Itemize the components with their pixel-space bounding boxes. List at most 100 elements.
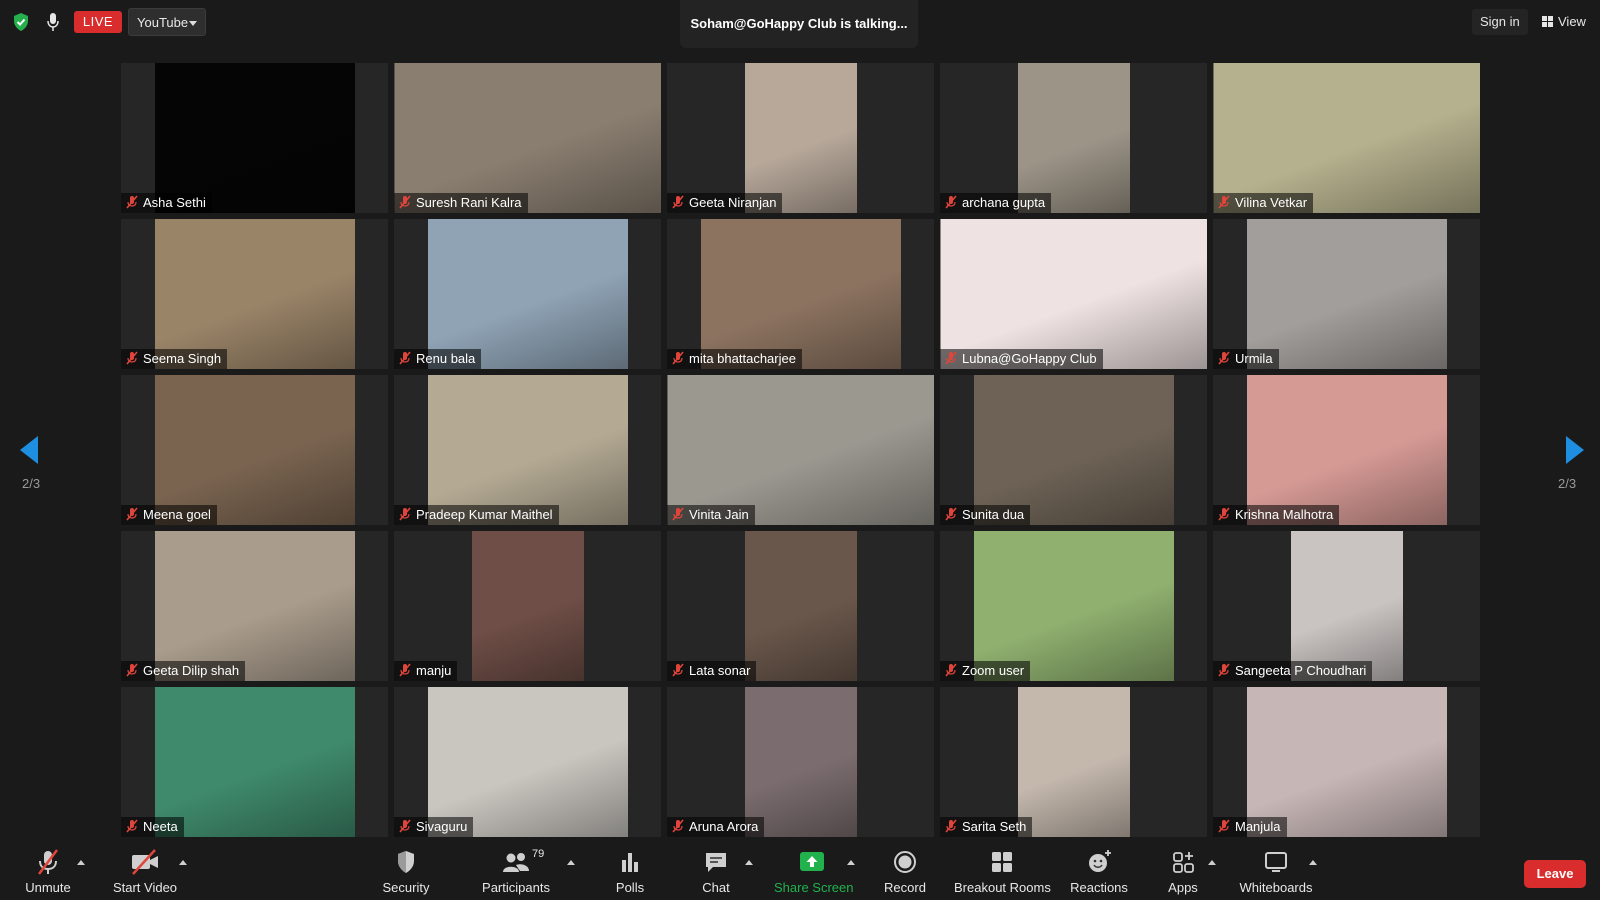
apps-icon — [1173, 852, 1194, 873]
muted-microphone-icon — [125, 507, 143, 522]
participant-name: Krishna Malhotra — [1235, 507, 1334, 522]
muted-microphone-icon — [398, 819, 416, 834]
muted-microphone-icon — [398, 507, 416, 522]
chat-bubble-icon — [706, 853, 726, 872]
participant-tile[interactable]: Seema Singh — [121, 219, 388, 369]
live-badge[interactable]: LIVE — [74, 11, 122, 33]
participant-tile[interactable]: Lata sonar — [667, 531, 934, 681]
next-page-arrow-icon[interactable] — [1566, 436, 1584, 464]
participant-name-bar: Pradeep Kumar Maithel — [394, 505, 559, 525]
participants-label: Participants — [482, 880, 550, 895]
participant-video — [1213, 63, 1480, 213]
muted-microphone-icon — [671, 819, 689, 834]
whiteboards-label: Whiteboards — [1239, 880, 1313, 895]
chat-options-chevron-icon[interactable] — [745, 860, 753, 865]
chat-button[interactable]: Chat — [696, 846, 736, 900]
participant-tile[interactable]: Aruna Arora — [667, 687, 934, 837]
participants-button[interactable]: 79 Participants — [480, 846, 552, 900]
apps-label: Apps — [1168, 880, 1198, 895]
stream-target-dropdown[interactable]: YouTube — [128, 8, 206, 36]
participant-tile[interactable]: mita bhattacharjee — [667, 219, 934, 369]
participant-tile[interactable]: Zoom user — [940, 531, 1207, 681]
participant-name-bar: Geeta Niranjan — [667, 193, 783, 213]
participant-tile[interactable]: Meena goel — [121, 375, 388, 525]
participant-video — [973, 531, 1174, 681]
participant-name: Asha Sethi — [143, 195, 206, 210]
view-label: View — [1558, 14, 1586, 29]
whiteboards-button[interactable]: Whiteboards — [1238, 846, 1314, 900]
participant-name: mita bhattacharjee — [689, 351, 796, 366]
participant-tile[interactable]: Urmila — [1213, 219, 1480, 369]
participant-name-bar: Meena goel — [121, 505, 217, 525]
participant-tile[interactable]: Sarita Seth — [940, 687, 1207, 837]
polls-label: Polls — [615, 880, 645, 895]
audio-options-chevron-icon[interactable] — [77, 860, 85, 865]
share-screen-button[interactable]: Share Screen — [774, 846, 854, 900]
participant-name-bar: Seema Singh — [121, 349, 228, 369]
participant-tile[interactable]: Sivaguru — [394, 687, 661, 837]
participant-tile[interactable]: Pradeep Kumar Maithel — [394, 375, 661, 525]
reactions-smiley-icon — [1089, 850, 1111, 872]
whiteboards-options-chevron-icon[interactable] — [1309, 860, 1317, 865]
participant-tile[interactable]: Geeta Dilip shah — [121, 531, 388, 681]
muted-microphone-icon — [1217, 351, 1235, 366]
record-button[interactable]: Record — [882, 846, 928, 900]
share-screen-label: Share Screen — [774, 880, 854, 895]
video-options-chevron-icon[interactable] — [179, 860, 187, 865]
participant-video — [1246, 219, 1447, 369]
participant-name: Meena goel — [143, 507, 211, 522]
participant-tile[interactable]: Geeta Niranjan — [667, 63, 934, 213]
breakout-rooms-label: Breakout Rooms — [954, 880, 1051, 895]
participant-video — [154, 63, 355, 213]
security-shield-icon[interactable] — [12, 12, 30, 32]
participant-name: Urmila — [1235, 351, 1273, 366]
participant-video — [427, 219, 628, 369]
participant-video — [1246, 375, 1447, 525]
participant-name-bar: archana gupta — [940, 193, 1052, 213]
microphone-icon[interactable] — [46, 12, 60, 32]
share-options-chevron-icon[interactable] — [847, 860, 855, 865]
previous-page-arrow-icon[interactable] — [20, 436, 38, 464]
participant-tile[interactable]: manju — [394, 531, 661, 681]
participant-tile[interactable]: Vilina Vetkar — [1213, 63, 1480, 213]
polls-bar-chart-icon — [622, 853, 638, 872]
participant-tile[interactable]: Sunita dua — [940, 375, 1207, 525]
polls-button[interactable]: Polls — [610, 846, 650, 900]
participant-video — [1290, 531, 1403, 681]
muted-microphone-icon — [125, 195, 143, 210]
participant-video — [744, 531, 857, 681]
participant-name: Neeta — [143, 819, 178, 834]
participant-tile[interactable]: Sangeeta P Choudhari — [1213, 531, 1480, 681]
participant-name: Lubna@GoHappy Club — [962, 351, 1097, 366]
participant-tile[interactable]: Renu bala — [394, 219, 661, 369]
breakout-rooms-button[interactable]: Breakout Rooms — [954, 846, 1051, 900]
unmute-button[interactable]: Unmute — [20, 846, 76, 900]
participant-tile[interactable]: archana gupta — [940, 63, 1207, 213]
participant-name: Sunita dua — [962, 507, 1025, 522]
participant-tile[interactable]: Manjula — [1213, 687, 1480, 837]
reactions-button[interactable]: Reactions — [1068, 846, 1130, 900]
participant-video — [667, 375, 934, 525]
participant-video — [744, 63, 857, 213]
participant-tile[interactable]: Neeta — [121, 687, 388, 837]
participant-name: archana gupta — [962, 195, 1046, 210]
apps-button[interactable]: Apps — [1164, 846, 1202, 900]
participant-tile[interactable]: Suresh Rani Kalra — [394, 63, 661, 213]
leave-button[interactable]: Leave — [1524, 860, 1586, 888]
participant-tile[interactable]: Asha Sethi — [121, 63, 388, 213]
participant-name-bar: Asha Sethi — [121, 193, 212, 213]
participant-tile[interactable]: Vinita Jain — [667, 375, 934, 525]
security-button[interactable]: Security — [380, 846, 432, 900]
sign-in-button[interactable]: Sign in — [1472, 9, 1528, 35]
participants-options-chevron-icon[interactable] — [567, 860, 575, 865]
participant-name-bar: Krishna Malhotra — [1213, 505, 1340, 525]
start-video-button[interactable]: Start Video — [110, 846, 180, 900]
participant-name: Seema Singh — [143, 351, 222, 366]
participant-tile[interactable]: Lubna@GoHappy Club — [940, 219, 1207, 369]
apps-options-chevron-icon[interactable] — [1208, 860, 1216, 865]
participant-tile[interactable]: Krishna Malhotra — [1213, 375, 1480, 525]
participant-name: Vinita Jain — [689, 507, 749, 522]
view-button[interactable]: View — [1536, 9, 1592, 35]
participant-name: manju — [416, 663, 452, 678]
participant-video — [1017, 687, 1130, 837]
